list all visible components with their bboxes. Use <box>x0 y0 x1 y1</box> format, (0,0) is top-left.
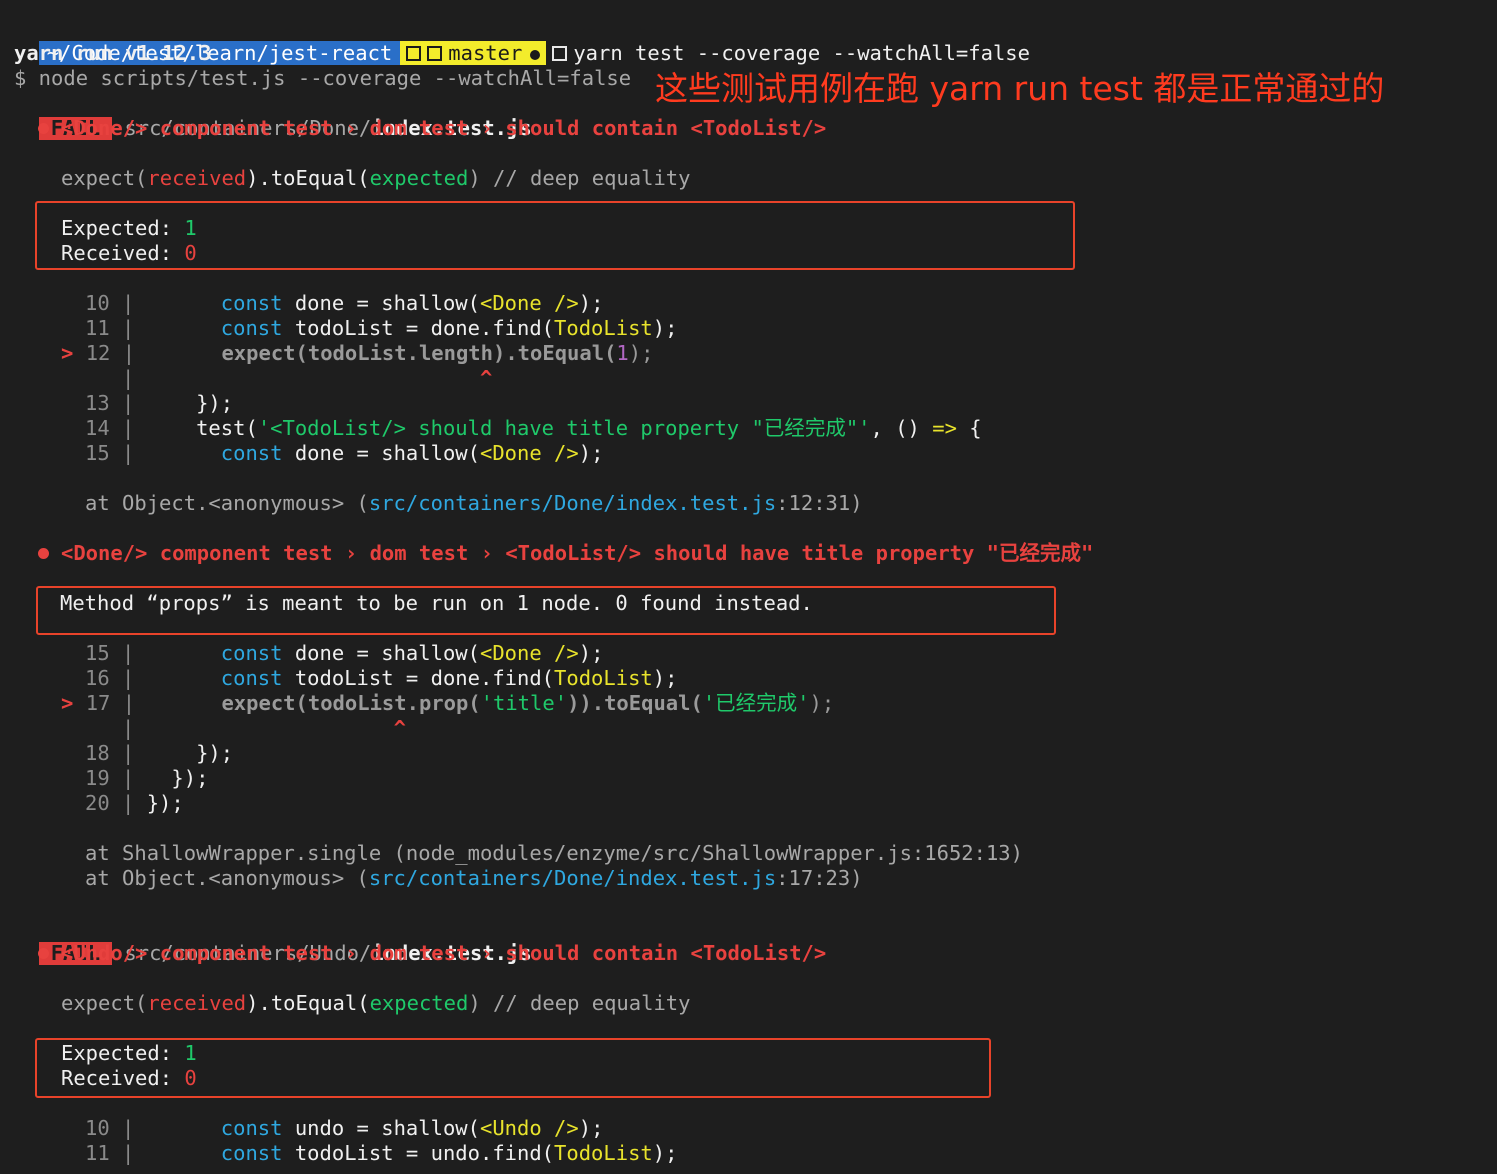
bullet-icon <box>38 948 49 959</box>
expected-value: Expected: 1 <box>61 216 197 240</box>
test-title: <Done/> component test › dom test › <Tod… <box>38 541 1093 566</box>
bullet-icon <box>38 548 49 559</box>
stack-trace-line: at Object.<anonymous> (src/containers/Do… <box>85 491 863 515</box>
shell-prompt: ~/Code/test/learn/jest-react master yarn t… <box>14 16 1030 65</box>
expected-value: Expected: 1 <box>61 1041 197 1065</box>
branch-icon <box>427 46 443 61</box>
suite-header-undo: FAIL src/containers/Undo/index.test.js <box>14 916 532 965</box>
expect-signature: expect(received).toEqual(expected) // de… <box>61 991 691 1015</box>
code-line: 15 | const done = shallow(<Done />); <box>85 441 604 465</box>
yarn-version: yarn run v1.12.3 <box>14 41 212 65</box>
code-line: 14 | test('<TodoList/> should have title… <box>85 416 982 440</box>
dirty-dot-icon <box>530 50 541 60</box>
code-caret-line: | ^ <box>122 716 406 740</box>
received-value: Received: 0 <box>61 241 197 265</box>
stack-trace-line: at ShallowWrapper.single (node_modules/e… <box>85 841 1023 865</box>
bullet-icon <box>38 123 49 134</box>
annotation-note: 这些测试用例在跑 yarn run test 都是正常通过的 <box>655 69 1385 108</box>
expect-signature: expect(received).toEqual(expected) // de… <box>61 166 691 190</box>
prompt-end-icon <box>552 46 568 61</box>
code-line: 11 | const todoList = done.find(TodoList… <box>85 316 678 340</box>
code-line: 10 | const done = shallow(<Done />); <box>85 291 604 315</box>
suite-header-done: FAIL src/containers/Done/index.test.js <box>14 91 532 140</box>
received-value: Received: 0 <box>61 1066 197 1090</box>
code-line: 15 | const done = shallow(<Done />); <box>85 641 604 665</box>
code-line: 20 | }); <box>85 791 184 815</box>
node-command: $ node scripts/test.js --coverage --watc… <box>14 66 632 90</box>
code-line: 19 | }); <box>85 766 209 790</box>
code-line: 13 | }); <box>85 391 234 415</box>
test-title: <Done/> component test › dom test › shou… <box>38 116 826 141</box>
prompt-git-segment: master <box>400 41 547 65</box>
git-branch: master <box>448 41 523 65</box>
code-line: 10 | const undo = shallow(<Undo />); <box>85 1116 604 1140</box>
error-message: Method “props” is meant to be run on 1 n… <box>60 591 813 615</box>
code-line: 18 | }); <box>85 741 234 765</box>
code-caret-line: | ^ <box>122 366 493 390</box>
git-square-icon <box>406 46 422 61</box>
code-line: 16 | const todoList = done.find(TodoList… <box>85 666 678 690</box>
code-line-error: > 12 | expect(todoList.length).toEqual(1… <box>61 341 654 365</box>
test-title: <Undo/> component test › dom test › shou… <box>38 941 826 966</box>
code-line: 11 | const todoList = undo.find(TodoList… <box>85 1141 678 1165</box>
stack-trace-line: at Object.<anonymous> (src/containers/Do… <box>85 866 863 890</box>
code-line-error: > 17 | expect(todoList.prop('title')).to… <box>61 691 835 715</box>
